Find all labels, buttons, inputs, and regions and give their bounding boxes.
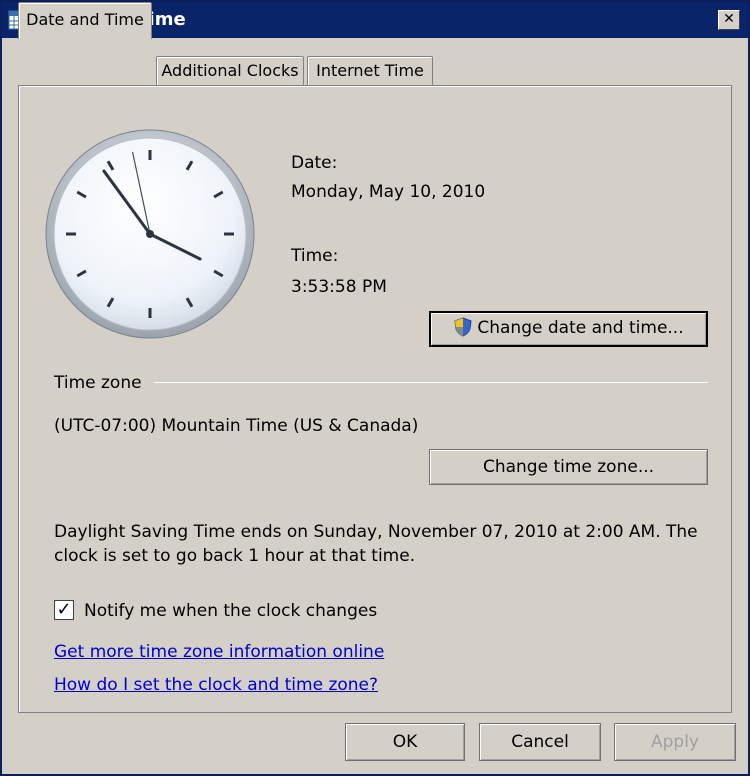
apply-button[interactable]: Apply (614, 723, 736, 761)
tab-label: Additional Clocks (161, 61, 299, 80)
dst-info-line2: clock is set to go back 1 hour at that t… (54, 546, 416, 566)
tab-additional-clocks[interactable]: Additional Clocks (156, 56, 304, 86)
checkmark-icon: ✓ (56, 599, 72, 620)
time-zone-value: (UTC-07:00) Mountain Time (US & Canada) (54, 416, 419, 436)
clock-center (146, 230, 154, 238)
close-button[interactable]: ✕ (718, 10, 740, 30)
section-divider (154, 382, 708, 383)
date-time-dialog: Date and Time ✕ Date and Time Additional… (0, 0, 750, 776)
date-value: Monday, May 10, 2010 (291, 182, 486, 202)
analog-clock (45, 129, 255, 339)
time-value: 3:53:58 PM (291, 277, 387, 297)
change-time-zone-label: Change time zone... (482, 457, 655, 477)
time-label: Time: (291, 246, 339, 266)
notify-checkbox[interactable]: ✓ (54, 600, 74, 620)
more-time-zone-info-link[interactable]: Get more time zone information online (54, 642, 384, 662)
change-time-zone-button[interactable]: Change time zone... (429, 449, 708, 485)
notify-label[interactable]: Notify me when the clock changes (84, 601, 377, 621)
cancel-label: Cancel (511, 732, 569, 752)
close-icon: ✕ (723, 11, 735, 27)
ok-button[interactable]: OK (345, 723, 465, 761)
change-date-time-label: Change date and time... (477, 318, 684, 338)
apply-label: Apply (651, 732, 699, 752)
cancel-button[interactable]: Cancel (479, 723, 601, 761)
tab-internet-time[interactable]: Internet Time (307, 56, 433, 86)
dst-info-line1: Daylight Saving Time ends on Sunday, Nov… (54, 522, 698, 542)
change-date-time-button[interactable]: Change date and time... (429, 311, 708, 347)
time-zone-section-label: Time zone (54, 373, 142, 393)
uac-shield-icon (454, 317, 472, 337)
how-to-set-clock-link[interactable]: How do I set the clock and time zone? (54, 675, 378, 695)
date-label: Date: (291, 153, 338, 173)
ok-label: OK (392, 732, 418, 752)
tab-label: Date and Time (26, 10, 144, 29)
tab-date-and-time[interactable]: Date and Time (18, 2, 152, 39)
tab-label: Internet Time (316, 61, 424, 80)
